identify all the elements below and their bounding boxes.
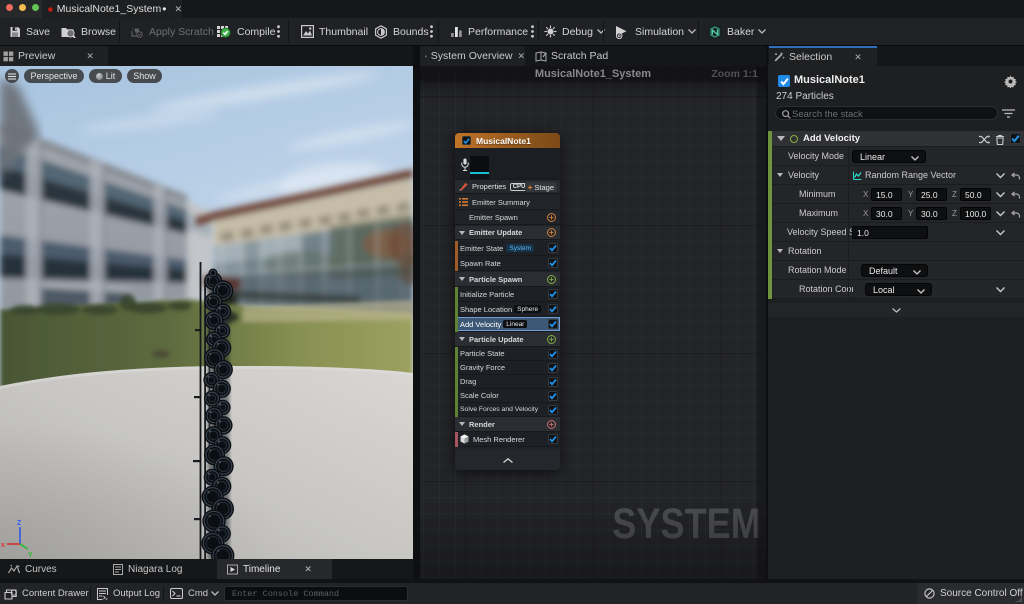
svg-text:Y: Y bbox=[28, 552, 33, 559]
svg-text:Z: Z bbox=[17, 520, 22, 527]
svg-text:x: x bbox=[1, 542, 5, 549]
